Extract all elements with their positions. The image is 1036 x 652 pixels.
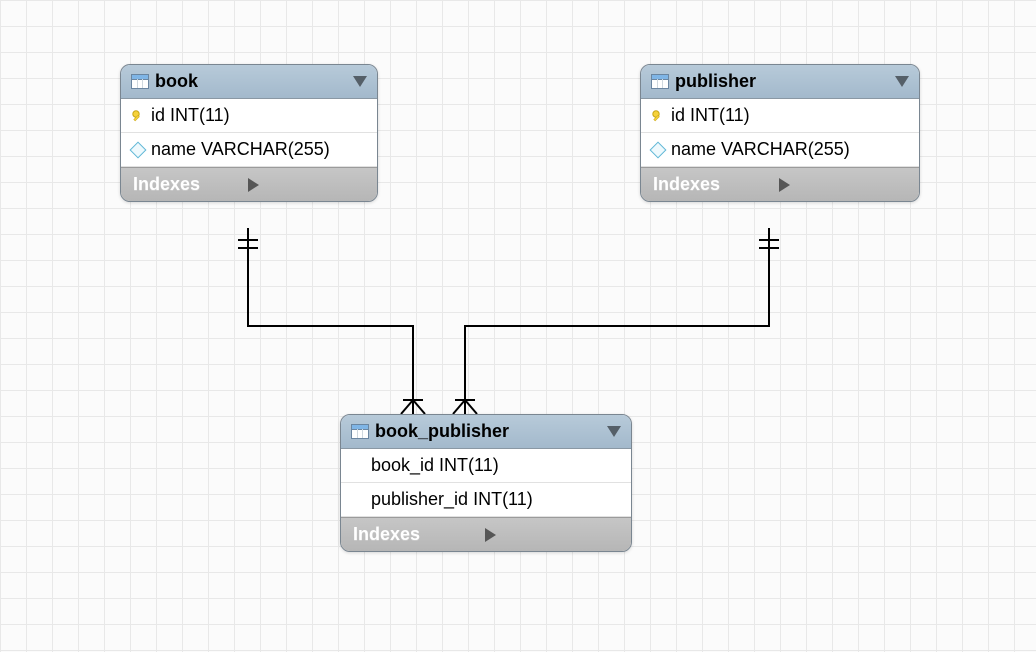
table-header[interactable]: book_publisher <box>341 415 631 449</box>
column-text: name VARCHAR(255) <box>151 139 330 160</box>
indexes-label: Indexes <box>653 174 771 195</box>
column-row[interactable]: id INT(11) <box>641 99 919 133</box>
table-icon <box>351 424 369 439</box>
table-title: book <box>155 71 347 92</box>
column-row[interactable]: name VARCHAR(255) <box>641 133 919 167</box>
column-row[interactable]: publisher_id INT(11) <box>341 483 631 517</box>
column-blank-icon <box>351 459 365 473</box>
table-icon <box>651 74 669 89</box>
collapse-arrow-icon[interactable] <box>353 76 367 87</box>
column-row[interactable]: id INT(11) <box>121 99 377 133</box>
indexes-section[interactable]: Indexes <box>341 517 631 551</box>
table-header[interactable]: book <box>121 65 377 99</box>
table-book[interactable]: book id INT(11) name VARCHAR(255) Indexe… <box>120 64 378 202</box>
expand-arrow-icon[interactable] <box>248 178 366 192</box>
collapse-arrow-icon[interactable] <box>895 76 909 87</box>
table-title: book_publisher <box>375 421 601 442</box>
table-title: publisher <box>675 71 889 92</box>
column-diamond-icon <box>650 141 667 158</box>
column-diamond-icon <box>130 141 147 158</box>
indexes-label: Indexes <box>353 524 477 545</box>
indexes-section[interactable]: Indexes <box>121 167 377 201</box>
table-icon <box>131 74 149 89</box>
table-publisher[interactable]: publisher id INT(11) name VARCHAR(255) I… <box>640 64 920 202</box>
diagram-canvas: book id INT(11) name VARCHAR(255) Indexe… <box>0 0 1036 652</box>
column-row[interactable]: name VARCHAR(255) <box>121 133 377 167</box>
column-text: id INT(11) <box>671 105 750 126</box>
column-text: book_id INT(11) <box>371 455 499 476</box>
column-row[interactable]: book_id INT(11) <box>341 449 631 483</box>
column-text: name VARCHAR(255) <box>671 139 850 160</box>
expand-arrow-icon[interactable] <box>779 178 908 192</box>
expand-arrow-icon[interactable] <box>485 528 620 542</box>
table-header[interactable]: publisher <box>641 65 919 99</box>
indexes-label: Indexes <box>133 174 240 195</box>
table-book-publisher[interactable]: book_publisher book_id INT(11) publisher… <box>340 414 632 552</box>
primary-key-icon <box>131 109 145 123</box>
primary-key-icon <box>651 109 665 123</box>
collapse-arrow-icon[interactable] <box>607 426 621 437</box>
column-blank-icon <box>351 493 365 507</box>
column-text: id INT(11) <box>151 105 230 126</box>
column-text: publisher_id INT(11) <box>371 489 533 510</box>
indexes-section[interactable]: Indexes <box>641 167 919 201</box>
